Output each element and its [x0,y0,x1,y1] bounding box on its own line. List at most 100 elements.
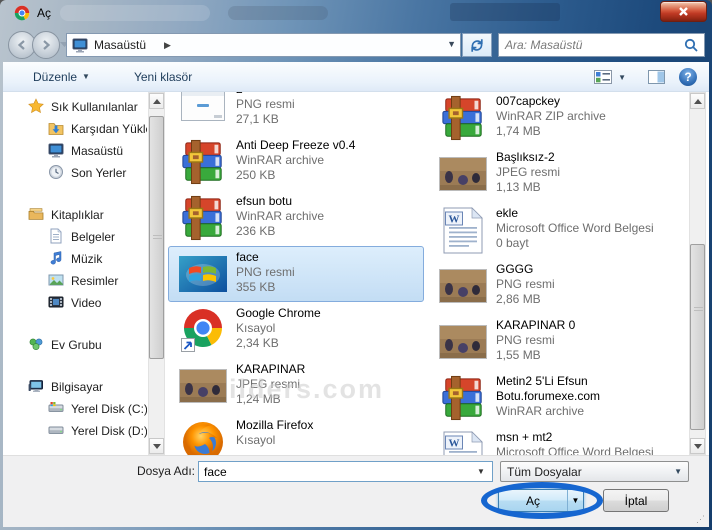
sidebar-group-kitapl-klar[interactable]: Kitaplıklar [9,204,147,226]
back-icon [16,39,28,51]
file-item-google-chrome[interactable]: Google ChromeKısayol2,34 KB [168,302,424,358]
file-item-karapinar[interactable]: KARAPINARJPEG resmi1,24 MB [168,358,424,414]
window-title: Aç [37,6,51,20]
filename-input[interactable] [198,461,493,482]
filename-history-dropdown-icon[interactable]: ▼ [477,467,485,476]
file-name: ekle [496,206,654,221]
file-item-ba-l-ks-z-2[interactable]: Başlıksız-2JPEG resmi1,13 MB [428,146,684,202]
sidebar-item-masa-st[interactable]: Masaüstü [9,140,147,162]
file-item-ekle[interactable]: WekleMicrosoft Office Word Belgesi0 bayt [428,202,684,258]
file-item-face[interactable]: facePNG resmi355 KB [168,246,424,302]
file-size: 2,86 MB [496,292,555,307]
file-list-column-2: 007capckeyWinRAR ZIP archive1,74 MBBaşlı… [428,92,684,455]
sidebar-group-bilgisayar[interactable]: Bilgisayar [9,376,147,398]
photo-icon [439,149,487,199]
sidebar-item-label: Yerel Disk (C:) [71,402,147,416]
new-folder-button[interactable]: Yeni klasör [126,66,200,88]
sidebar-item-yerel-disk-c[interactable]: Yerel Disk (C:) [9,398,147,420]
browse-area: Sık Kullanılanlar Karşıdan Yüklemeler Masa… [3,92,709,455]
file-size: 0 bayt [496,236,654,251]
open-file-dialog: Aç Masaüstü ▶ ▼ Ara: Masaüstü [0,0,712,530]
scroll-up-button[interactable] [149,93,164,109]
organize-menu-button[interactable]: Düzenle▼ [25,66,98,88]
sidebar-item-yerel-disk-d[interactable]: Yerel Disk (D:) [9,420,147,442]
sidebar-group-ev-grubu[interactable]: Ev Grubu [9,334,147,356]
face-icon [179,249,227,299]
scroll-down-button[interactable] [149,438,164,454]
file-item-karapinar-0[interactable]: KARAPINAR 0PNG resmi1,55 MB [428,314,684,370]
sidebar-scrollbar-thumb[interactable] [149,116,164,359]
search-box[interactable]: Ara: Masaüstü [498,33,705,57]
help-button[interactable]: ? [679,68,697,86]
file-list-scrollbar-thumb[interactable] [690,244,705,430]
preview-pane-button[interactable] [648,70,665,84]
file-item-metin2-5-li-efsun[interactable]: Metin2 5'Li EfsunBotu.forumexe.comWinRAR… [428,370,684,426]
close-button[interactable] [660,1,707,22]
sidebar-item-kar-dan-y-klemeler[interactable]: Karşıdan Yüklemeler [9,118,147,140]
file-item-anti-deep-freeze-v0-4[interactable]: Anti Deep Freeze v0.4WinRAR archive250 K… [168,134,424,190]
address-breadcrumb[interactable]: Masaüstü ▶ ▼ [66,33,461,57]
open-split-dropdown-icon[interactable]: ▼ [567,490,583,511]
sidebar-group-label: Kitaplıklar [51,208,104,222]
file-item-efsun-botu[interactable]: efsun botuWinRAR archive236 KB [168,190,424,246]
sidebar-group-s-k-kullan-lanlar[interactable]: Sık Kullanılanlar [9,96,147,118]
file-item-gggg[interactable]: GGGGPNG resmi2,86 MB [428,258,684,314]
search-icon[interactable] [684,38,698,52]
sidebar-item-label: Son Yerler [71,166,126,180]
sidebar-scrollbar[interactable] [148,92,165,455]
breadcrumb-location[interactable]: Masaüstü [94,38,146,52]
sidebar-item-label: Müzik [71,252,102,266]
file-type: Kısayol [236,433,313,448]
svg-text:W: W [449,213,460,225]
file-type: JPEG resmi [496,165,560,180]
sidebar-item-belgeler[interactable]: Belgeler [9,226,147,248]
file-type: Microsoft Office Word Belgesi [496,221,654,236]
sidebar-item-son-yerler[interactable]: Son Yerler [9,162,147,184]
background-window-blur [450,3,560,21]
winrar-icon [439,93,487,143]
sidebar-item-label: Video [71,296,101,310]
filetype-value: Tüm Dosyalar [507,465,582,479]
refresh-icon [469,38,485,53]
file-type: PNG resmi [496,277,555,292]
navigation-pane: Sık Kullanılanlar Karşıdan Yüklemeler Masa… [9,92,147,455]
cancel-button[interactable]: İptal [603,489,669,512]
sidebar-group-label: Bilgisayar [51,380,103,394]
file-type: JPEG resmi [236,377,305,392]
resize-grip[interactable]: ⋰ [696,514,706,525]
file-size: 1,74 MB [496,124,606,139]
file-name: Metin2 5'Li Efsun [496,374,600,389]
file-list-scrollbar[interactable] [689,92,706,455]
preview-pane-icon [648,70,665,84]
close-icon [678,6,689,17]
scroll-up-button[interactable] [690,93,705,109]
refresh-button[interactable] [462,33,492,57]
sidebar-item-label: Belgeler [71,230,115,244]
background-window-blur [60,5,210,21]
sidebar-item-m-zik[interactable]: Müzik [9,248,147,270]
filetype-select[interactable]: Tüm Dosyalar ▼ [500,461,689,482]
file-item-2[interactable]: 2PNG resmi27,1 KB [168,92,424,134]
breadcrumb-arrow-icon[interactable]: ▶ [164,40,171,51]
file-item-007capckey[interactable]: 007capckeyWinRAR ZIP archive1,74 MB [428,92,684,146]
file-item-msn-mt2[interactable]: Wmsn + mt2Microsoft Office Word Belgesi [428,426,684,455]
change-view-button[interactable]: ▼ [586,66,634,88]
chevron-down-icon: ▼ [674,467,682,476]
file-type: PNG resmi [236,97,295,112]
title-bar: Aç [0,0,712,28]
sidebar-item-video[interactable]: Video [9,292,147,314]
winrar-icon [179,137,227,187]
scroll-down-button[interactable] [690,438,705,454]
file-size: 1,55 MB [496,348,575,363]
word-icon: W [439,205,487,255]
recent-icon [48,164,64,183]
chevron-down-icon: ▼ [82,72,90,81]
sidebar-item-resimler[interactable]: Resimler [9,270,147,292]
file-item-mozilla-firefox[interactable]: Mozilla FirefoxKısayol [168,414,424,455]
open-button[interactable]: Aç ▼ [498,489,584,512]
address-dropdown-icon[interactable]: ▼ [447,39,456,49]
forward-button[interactable] [32,31,60,59]
photo-icon [439,261,487,311]
views-icon [594,70,612,84]
sidebar-item-label: Karşıdan Yüklemeler [71,122,147,136]
